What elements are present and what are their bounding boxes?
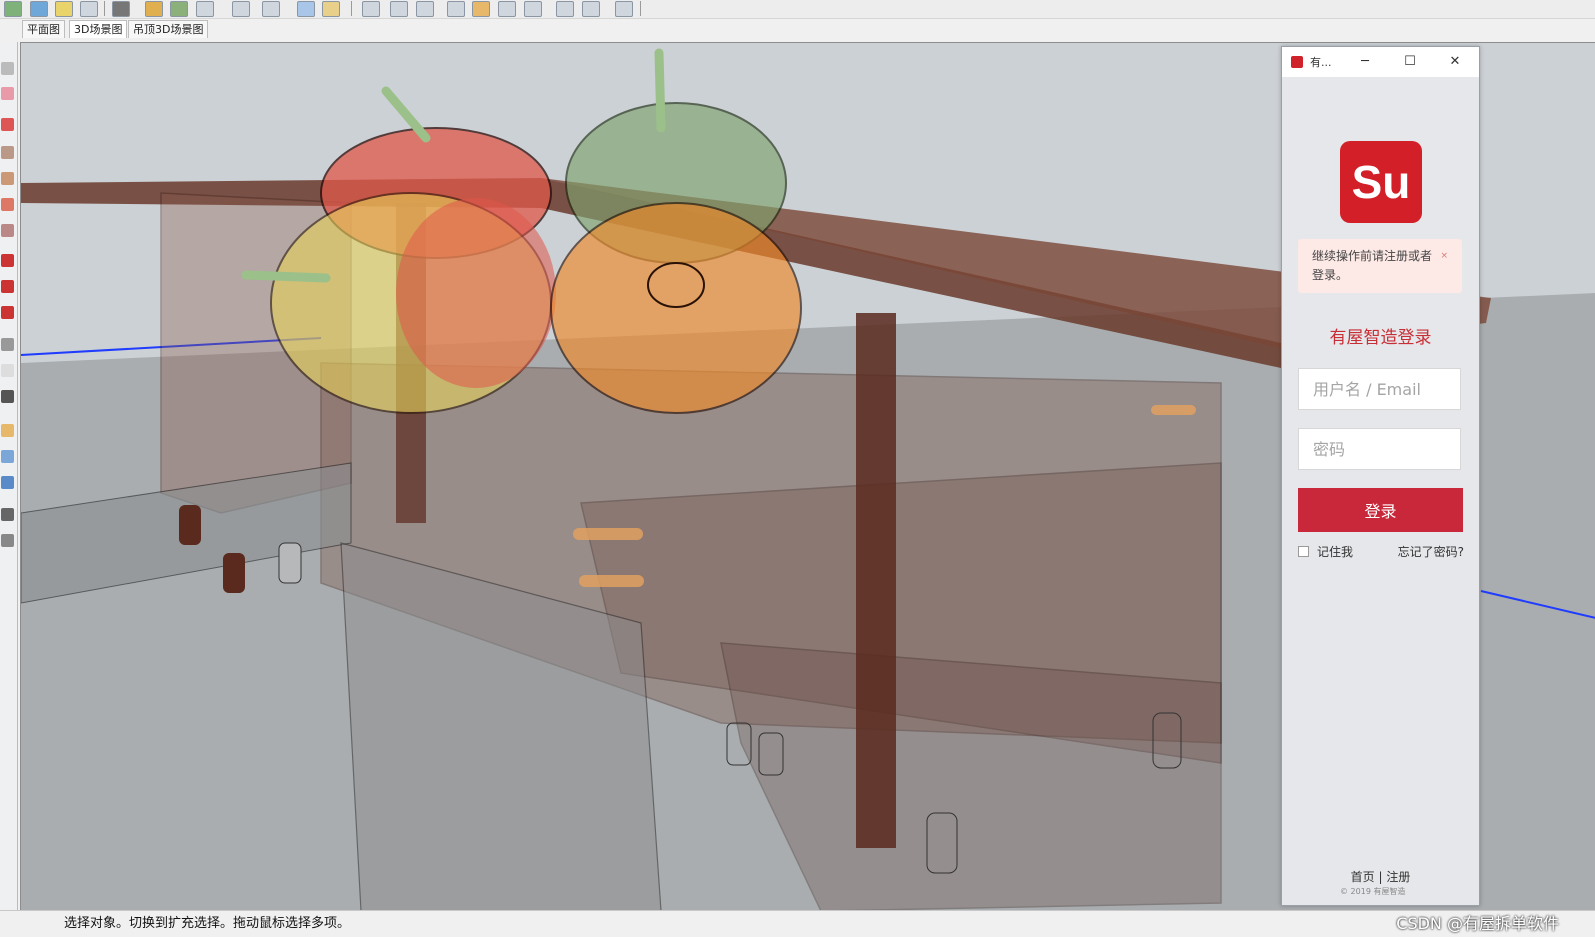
- bom-icon[interactable]: [390, 1, 408, 17]
- watermark: CSDN @有屋拆单软件: [1396, 914, 1559, 933]
- help-icon[interactable]: [322, 1, 340, 17]
- pepper-stem: [241, 270, 331, 283]
- red-pepper-overlap: [396, 198, 556, 388]
- minimize-button[interactable]: ─: [1350, 51, 1380, 73]
- add-icon[interactable]: [145, 1, 163, 17]
- cloud-icon[interactable]: [30, 1, 48, 17]
- foot-cylinder: [179, 505, 201, 545]
- pie-icon[interactable]: [1, 224, 14, 237]
- rotate-icon[interactable]: [1, 306, 14, 319]
- footer-links[interactable]: 首页 | 注册: [1282, 868, 1479, 885]
- arc-icon[interactable]: [1, 198, 14, 211]
- copyright-text: © 2019 有屋智造: [1340, 887, 1406, 896]
- tool-palette: [0, 42, 18, 910]
- rectangle-icon[interactable]: [1, 146, 14, 159]
- tape-measure-icon[interactable]: [1, 390, 14, 403]
- dialog-title: 有...: [1310, 56, 1332, 69]
- maximize-button[interactable]: ☐: [1395, 51, 1425, 73]
- snapshot-icon[interactable]: [196, 1, 214, 17]
- remember-me-label: 记住我: [1317, 545, 1354, 559]
- toolbar-separator: [640, 1, 641, 16]
- tab-plan[interactable]: 平面图: [22, 20, 65, 38]
- report-icon[interactable]: [416, 1, 434, 17]
- hardware-pin: [573, 528, 643, 540]
- camera-icon[interactable]: [80, 1, 98, 17]
- main-toolbar: [0, 0, 1595, 19]
- scene-tabs: 平面图 3D场景图 吊顶3D场景图: [0, 19, 1595, 39]
- status-text: 选择对象。切换到扩充选择。拖动鼠标选择多项。: [64, 916, 351, 931]
- folder-icon[interactable]: [55, 1, 73, 17]
- eraser-icon[interactable]: [1, 87, 14, 100]
- hardware-pin: [579, 575, 644, 587]
- login-notice: 继续操作前请注册或者登录。 ×: [1298, 239, 1462, 293]
- tab-ceiling-3d[interactable]: 吊顶3D场景图: [128, 20, 209, 38]
- chat-icon[interactable]: [297, 1, 315, 17]
- dialog-titlebar: 有... ─ ☐ ✕: [1282, 47, 1479, 77]
- circle-icon[interactable]: [1, 172, 14, 185]
- pan-icon[interactable]: [1, 424, 14, 437]
- refresh-icon[interactable]: [4, 1, 22, 17]
- tab-3d-scene[interactable]: 3D场景图: [69, 20, 128, 38]
- machine-icon[interactable]: [615, 1, 633, 17]
- move-icon[interactable]: [1, 280, 14, 293]
- foot-cylinder: [278, 542, 302, 584]
- zoom-icon[interactable]: [1, 450, 14, 463]
- toolbar-separator: [104, 1, 105, 16]
- cabinet-icon[interactable]: [447, 1, 465, 17]
- dimension-icon[interactable]: [1, 338, 14, 351]
- sketchup-app-icon: [1291, 56, 1303, 68]
- close-button[interactable]: ✕: [1440, 51, 1470, 73]
- login-button[interactable]: 登录: [1298, 488, 1463, 532]
- toolbar-separator: [351, 1, 352, 16]
- pepper-stem: [654, 48, 666, 133]
- box-icon[interactable]: [112, 1, 130, 17]
- zoom-extents-icon[interactable]: [1, 476, 14, 489]
- settings-icon[interactable]: [262, 1, 280, 17]
- export-icon[interactable]: [362, 1, 380, 17]
- layers-icon[interactable]: [170, 1, 188, 17]
- orbit-icon[interactable]: [1, 62, 14, 75]
- forgot-password-link[interactable]: 忘记了密码?: [1398, 543, 1464, 560]
- hardware-icon[interactable]: [524, 1, 542, 17]
- panel-icon[interactable]: [498, 1, 516, 17]
- sound-icon[interactable]: [232, 1, 250, 17]
- door-icon[interactable]: [472, 1, 490, 17]
- username-input[interactable]: [1298, 368, 1461, 410]
- text-icon[interactable]: [1, 364, 14, 377]
- login-dialog: 有... ─ ☐ ✕ Su 继续操作前请注册或者登录。 × 有屋智造登录 登录 …: [1281, 46, 1480, 906]
- password-input[interactable]: [1298, 428, 1461, 470]
- notice-text: 继续操作前请注册或者登录。: [1312, 249, 1433, 282]
- render-icon[interactable]: [556, 1, 574, 17]
- push-pull-icon[interactable]: [1, 254, 14, 267]
- login-heading: 有屋智造登录: [1329, 328, 1432, 348]
- print-icon[interactable]: [582, 1, 600, 17]
- foot-cylinder: [223, 553, 245, 593]
- status-bar: 选择对象。切换到扩充选择。拖动鼠标选择多项。 CSDN @有屋拆单软件: [0, 910, 1595, 937]
- hardware-pin: [1151, 405, 1196, 415]
- remember-me-checkbox[interactable]: [1298, 546, 1309, 557]
- sketchup-logo: Su: [1340, 141, 1422, 223]
- freehand-icon[interactable]: [1, 118, 14, 131]
- leg-post: [856, 313, 896, 848]
- look-around-icon[interactable]: [1, 508, 14, 521]
- walk-icon[interactable]: [1, 534, 14, 547]
- notice-close-icon[interactable]: ×: [1440, 251, 1448, 261]
